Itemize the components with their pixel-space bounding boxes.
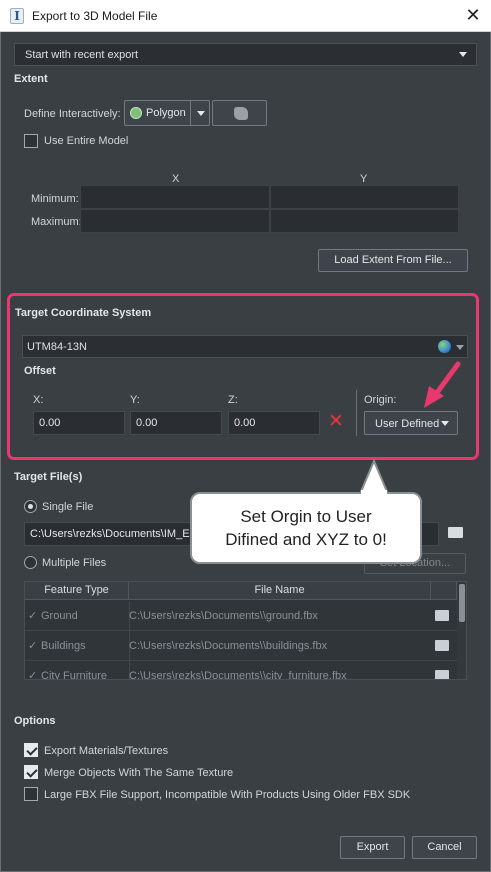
use-entire-model-label: Use Entire Model <box>44 135 129 147</box>
options-title: Options <box>14 715 56 727</box>
export-button[interactable]: Export <box>340 836 405 859</box>
chevron-down-icon <box>441 421 449 426</box>
callout-line-1: Set Orgin to User <box>240 507 372 526</box>
offset-y-value: 0.00 <box>136 417 158 429</box>
arrow-annotation <box>424 361 461 408</box>
offset-x-value: 0.00 <box>39 417 61 429</box>
title-bar: I Export to 3D Model File ✕ <box>0 0 491 32</box>
target-files-title: Target File(s) <box>14 471 83 483</box>
cancel-button[interactable]: Cancel <box>412 836 477 859</box>
feature-files-table: Feature Type File Name ✓ Ground C:\Users… <box>24 581 467 680</box>
callout-pointer-joint <box>361 490 387 494</box>
extent-row-min: Minimum: <box>31 193 79 205</box>
load-extent-button[interactable]: Load Extent From File... <box>318 249 468 272</box>
extent-mode-value: Polygon <box>146 107 186 119</box>
dropdown-divider <box>190 101 191 125</box>
origin-separator <box>356 390 357 436</box>
col-file-name: File Name <box>129 582 431 600</box>
offset-title: Offset <box>24 365 56 377</box>
extent-max-x-cell[interactable] <box>80 209 270 233</box>
table-row[interactable]: ✓ Buildings C:\Users\rezks\Documents\\bu… <box>25 631 457 661</box>
row-file-name: C:\Users\rezks\Documents\\ground.fbx <box>129 610 318 622</box>
origin-label: Origin: <box>364 394 397 406</box>
col-feature-type: Feature Type <box>25 582 129 600</box>
browse-file-icon[interactable] <box>435 610 449 621</box>
table-scrollbar-thumb[interactable] <box>459 584 465 622</box>
browse-file-icon[interactable] <box>435 640 449 651</box>
offset-y-label: Y: <box>130 394 140 406</box>
callout-line-2: Difined and XYZ to 0! <box>225 530 387 549</box>
offset-z-label: Z: <box>228 394 238 406</box>
origin-dropdown[interactable]: User Defined <box>364 411 458 435</box>
chevron-down-icon <box>456 345 464 350</box>
define-interactively-label: Define Interactively: <box>24 108 121 120</box>
extent-row-max: Maximum: <box>31 216 82 228</box>
single-file-path-value: C:\Users\rezks\Documents\IM_E <box>30 528 190 540</box>
merge-objects-label: Merge Objects With The Same Texture <box>44 767 234 779</box>
row-feature-type: City Furniture <box>41 670 108 680</box>
polygon-icon <box>130 107 142 119</box>
coordinate-system-value: UTM84-13N <box>27 341 87 353</box>
use-entire-model-checkbox[interactable] <box>24 134 38 148</box>
row-feature-type: Buildings <box>41 640 86 652</box>
offset-y-input[interactable]: 0.00 <box>130 411 222 435</box>
col-browse <box>431 582 457 600</box>
merge-objects-checkbox[interactable] <box>24 765 38 779</box>
multiple-files-label: Multiple Files <box>42 557 107 569</box>
table-scrollbar[interactable] <box>457 582 466 679</box>
row-file-name: C:\Users\rezks\Documents\\buildings.fbx <box>129 640 328 652</box>
offset-x-label: X: <box>33 394 44 406</box>
pick-extent-button[interactable] <box>212 100 267 126</box>
app-icon: I <box>10 8 24 24</box>
row-file-name: C:\Users\rezks\Documents\\city_furniture… <box>129 670 347 680</box>
export-materials-checkbox[interactable] <box>24 743 38 757</box>
map-pick-icon <box>234 107 248 120</box>
target-cs-title: Target Coordinate System <box>15 307 152 319</box>
extent-title: Extent <box>14 73 48 85</box>
large-fbx-checkbox[interactable] <box>24 787 38 801</box>
extent-min-x-cell[interactable] <box>80 185 270 209</box>
large-fbx-label: Large FBX File Support, Incompatible Wit… <box>44 789 411 801</box>
row-feature-type: Ground <box>41 610 78 622</box>
multiple-files-radio[interactable] <box>24 556 37 569</box>
chevron-down-icon <box>197 111 205 116</box>
row-check-icon: ✓ <box>28 610 38 622</box>
recent-export-dropdown[interactable]: Start with recent export <box>14 43 477 66</box>
row-check-icon: ✓ <box>28 640 38 652</box>
extent-mode-dropdown[interactable]: Polygon <box>124 100 210 126</box>
window-title: Export to 3D Model File <box>32 9 158 23</box>
offset-z-value: 0.00 <box>234 417 256 429</box>
callout-bubble: Set Orgin to User Difined and XYZ to 0! <box>190 492 422 564</box>
coordinate-system-dropdown[interactable]: UTM84-13N <box>22 335 468 358</box>
clear-offset-icon[interactable]: ✕ <box>328 410 344 433</box>
single-file-label: Single File <box>42 501 94 513</box>
extent-max-y-cell[interactable] <box>270 209 459 233</box>
folder-icon[interactable] <box>448 527 463 538</box>
table-row[interactable]: ✓ City Furniture C:\Users\rezks\Document… <box>25 661 457 680</box>
row-check-icon: ✓ <box>28 670 38 680</box>
close-icon[interactable]: ✕ <box>463 5 483 25</box>
browse-file-icon[interactable] <box>435 670 449 679</box>
table-row[interactable]: ✓ Ground C:\Users\rezks\Documents\\groun… <box>25 601 457 631</box>
extent-min-y-cell[interactable] <box>270 185 459 209</box>
chevron-down-icon <box>459 52 467 57</box>
export-materials-label: Export Materials/Textures <box>44 745 169 757</box>
extent-col-y: Y <box>360 173 368 185</box>
origin-value: User Defined <box>375 418 440 430</box>
recent-export-value: Start with recent export <box>25 49 139 61</box>
offset-z-input[interactable]: 0.00 <box>228 411 320 435</box>
extent-col-x: X <box>172 173 180 185</box>
single-file-radio[interactable] <box>24 500 37 513</box>
globe-icon <box>438 340 451 353</box>
offset-x-input[interactable]: 0.00 <box>33 411 125 435</box>
